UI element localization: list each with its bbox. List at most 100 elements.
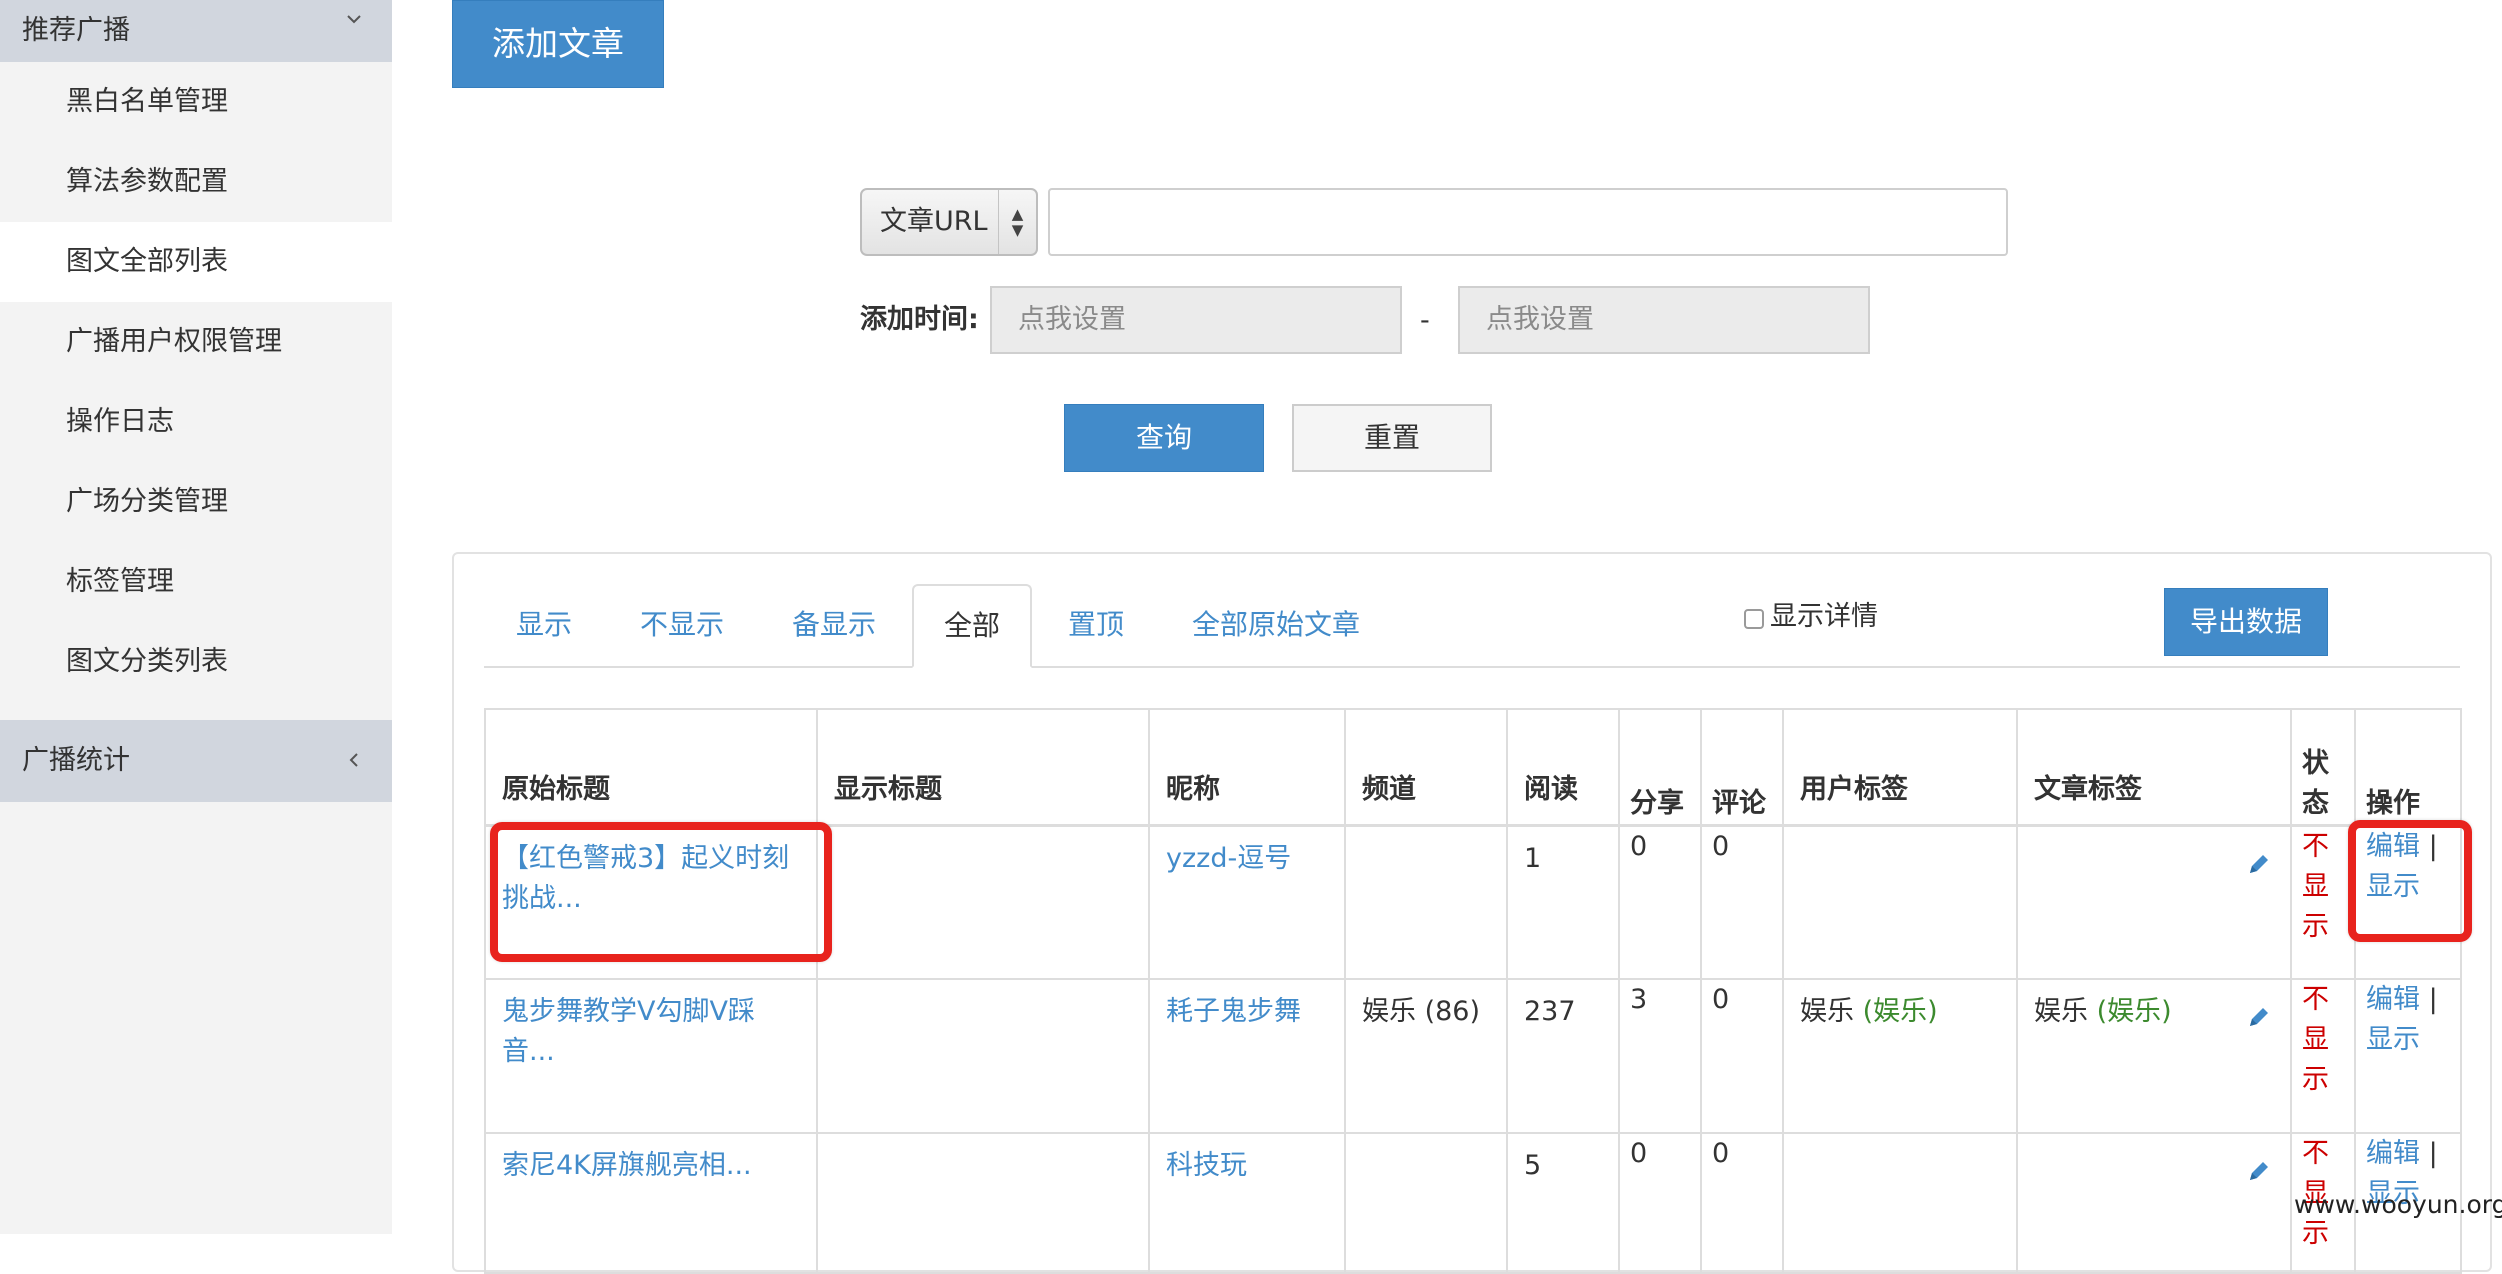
checkbox-icon[interactable]: [1744, 609, 1764, 629]
export-data-button[interactable]: 导出数据: [2164, 588, 2328, 656]
highlight-box-actions: [2348, 820, 2472, 942]
col-header-actions: 操作: [2354, 708, 2462, 826]
cell-display-title: [816, 978, 1150, 1134]
show-details-checkbox[interactable]: 显示详情: [1744, 601, 1878, 632]
pencil-edit-icon[interactable]: [2246, 1158, 2272, 1184]
sidebar-group-recommend[interactable]: 推荐广播: [0, 0, 392, 62]
col-header-channel: 频道: [1344, 708, 1508, 826]
sidebar: 推荐广播 黑白名单管理 算法参数配置 图文全部列表 广播用户权限管理 操作日志 …: [0, 0, 392, 1234]
action-separator: |: [2428, 1138, 2438, 1169]
tab-all[interactable]: 全部: [912, 584, 1032, 668]
cell-shares: 0: [1618, 1132, 1702, 1274]
tab-hide[interactable]: 不显示: [620, 584, 744, 666]
nickname-link[interactable]: 耗子鬼步舞: [1166, 996, 1301, 1027]
cell-channel: [1344, 824, 1508, 980]
cell-article-tags: [2016, 824, 2292, 980]
show-link[interactable]: 显示: [2366, 1024, 2420, 1055]
watermark: www.wooyun.org: [2294, 1190, 2502, 1219]
edit-link[interactable]: 编辑: [2366, 984, 2420, 1015]
reset-button[interactable]: 重置: [1292, 404, 1492, 472]
add-article-button[interactable]: 添加文章: [452, 0, 664, 88]
cell-nickname: yzzd-逗号: [1148, 824, 1346, 980]
article-table: 原始标题 显示标题 昵称 频道 阅读 分享 评论 用户标签 文章标签 状态 操作…: [484, 708, 2462, 1274]
edit-link[interactable]: 编辑: [2366, 1138, 2420, 1169]
col-header-reads: 阅读: [1506, 708, 1620, 826]
cell-nickname: 科技玩: [1148, 1132, 1346, 1274]
sidebar-item-label: 算法参数配置: [66, 166, 228, 197]
sidebar-item-label: 操作日志: [66, 406, 174, 437]
sidebar-group-label: 推荐广播: [22, 15, 130, 46]
cell-actions: 编辑 | 显示: [2354, 978, 2462, 1134]
cell-channel: [1344, 1132, 1508, 1274]
sidebar-item-algorithm-config[interactable]: 算法参数配置: [0, 142, 392, 222]
cell-nickname: 耗子鬼步舞: [1148, 978, 1346, 1134]
cell-channel: 娱乐 (86): [1344, 978, 1508, 1134]
article-tag-text: 娱乐: [2034, 996, 2097, 1027]
url-type-select[interactable]: 文章URL ▲ ▼: [860, 188, 1038, 256]
user-tag-text: 娱乐: [1800, 996, 1863, 1027]
cell-comments: 0: [1700, 1132, 1784, 1274]
col-header-display-title: 显示标题: [816, 708, 1150, 826]
cell-reads: 1: [1506, 824, 1620, 980]
chevron-down-icon: [344, 0, 364, 63]
select-arrows-icon: ▲ ▼: [998, 190, 1036, 254]
end-date-input[interactable]: 点我设置: [1458, 286, 1870, 354]
cell-display-title: [816, 1132, 1150, 1274]
sidebar-item-plaza-categories[interactable]: 广场分类管理: [0, 462, 392, 542]
sidebar-item-user-permissions[interactable]: 广播用户权限管理: [0, 302, 392, 382]
query-button[interactable]: 查询: [1064, 404, 1264, 472]
pencil-edit-icon[interactable]: [2246, 851, 2272, 877]
col-header-nickname: 昵称: [1148, 708, 1346, 826]
tab-all-original[interactable]: 全部原始文章: [1176, 584, 1376, 666]
sidebar-item-tag-management[interactable]: 标签管理: [0, 542, 392, 622]
cell-shares: 0: [1618, 824, 1702, 980]
article-tag-category: (娱乐): [2096, 996, 2172, 1027]
sidebar-item-article-categories[interactable]: 图文分类列表: [0, 622, 392, 702]
tab-show[interactable]: 显示: [494, 584, 594, 666]
cell-article-tags: 娱乐 (娱乐): [2016, 978, 2292, 1134]
cell-user-tags: [1782, 824, 2018, 980]
sidebar-item-label: 图文分类列表: [66, 646, 228, 677]
cell-original-title: 鬼步舞教学V勾脚V踩音...: [484, 978, 818, 1134]
action-separator: |: [2428, 984, 2438, 1015]
tab-pinned[interactable]: 置顶: [1046, 584, 1146, 666]
date-range-separator: -: [1420, 305, 1430, 336]
sidebar-item-operation-log[interactable]: 操作日志: [0, 382, 392, 462]
sidebar-item-label: 黑白名单管理: [66, 86, 228, 117]
col-header-user-tags: 用户标签: [1782, 708, 2018, 826]
col-header-status: 状态: [2290, 708, 2356, 826]
pencil-edit-icon[interactable]: [2246, 1004, 2272, 1030]
url-input[interactable]: [1048, 188, 2008, 256]
sidebar-item-label: 广场分类管理: [66, 486, 228, 517]
sidebar-group-statistics[interactable]: 广播统计: [0, 720, 392, 802]
chevron-left-icon: [344, 720, 364, 833]
cell-user-tags: [1782, 1132, 2018, 1274]
original-title-link[interactable]: 鬼步舞教学V勾脚V踩音...: [502, 996, 755, 1067]
cell-display-title: [816, 824, 1150, 980]
sidebar-item-label: 广播用户权限管理: [66, 326, 282, 357]
tab-backup-show[interactable]: 备显示: [772, 584, 896, 666]
col-header-comments: 评论: [1700, 708, 1784, 826]
add-time-label: 添加时间:: [860, 304, 979, 335]
sidebar-item-all-articles[interactable]: 图文全部列表: [0, 222, 392, 302]
cell-comments: 0: [1700, 978, 1784, 1134]
cell-status: 不显示: [2290, 824, 2356, 980]
sidebar-item-blackwhite-list[interactable]: 黑白名单管理: [0, 62, 392, 142]
start-date-input[interactable]: 点我设置: [990, 286, 1402, 354]
original-title-link[interactable]: 索尼4K屏旗舰亮相...: [502, 1150, 752, 1181]
cell-status: 不显示: [2290, 978, 2356, 1134]
url-type-select-value: 文章URL: [880, 206, 988, 237]
col-header-shares: 分享: [1618, 708, 1702, 826]
cell-original-title: 索尼4K屏旗舰亮相...: [484, 1132, 818, 1274]
nickname-link[interactable]: yzzd-逗号: [1166, 843, 1291, 874]
table-header-row: 原始标题 显示标题 昵称 频道 阅读 分享 评论 用户标签 文章标签 状态 操作: [484, 708, 2462, 826]
cell-user-tags: 娱乐 (娱乐): [1782, 978, 2018, 1134]
nickname-link[interactable]: 科技玩: [1166, 1150, 1247, 1181]
user-tag-category: (娱乐): [1862, 996, 1938, 1027]
cell-comments: 0: [1700, 824, 1784, 980]
show-details-label: 显示详情: [1770, 601, 1878, 632]
cell-reads: 5: [1506, 1132, 1620, 1274]
table-row: 鬼步舞教学V勾脚V踩音... 耗子鬼步舞 娱乐 (86) 237 3 0 娱乐 …: [484, 978, 2462, 1134]
sidebar-group-label: 广播统计: [22, 745, 130, 776]
cell-shares: 3: [1618, 978, 1702, 1134]
